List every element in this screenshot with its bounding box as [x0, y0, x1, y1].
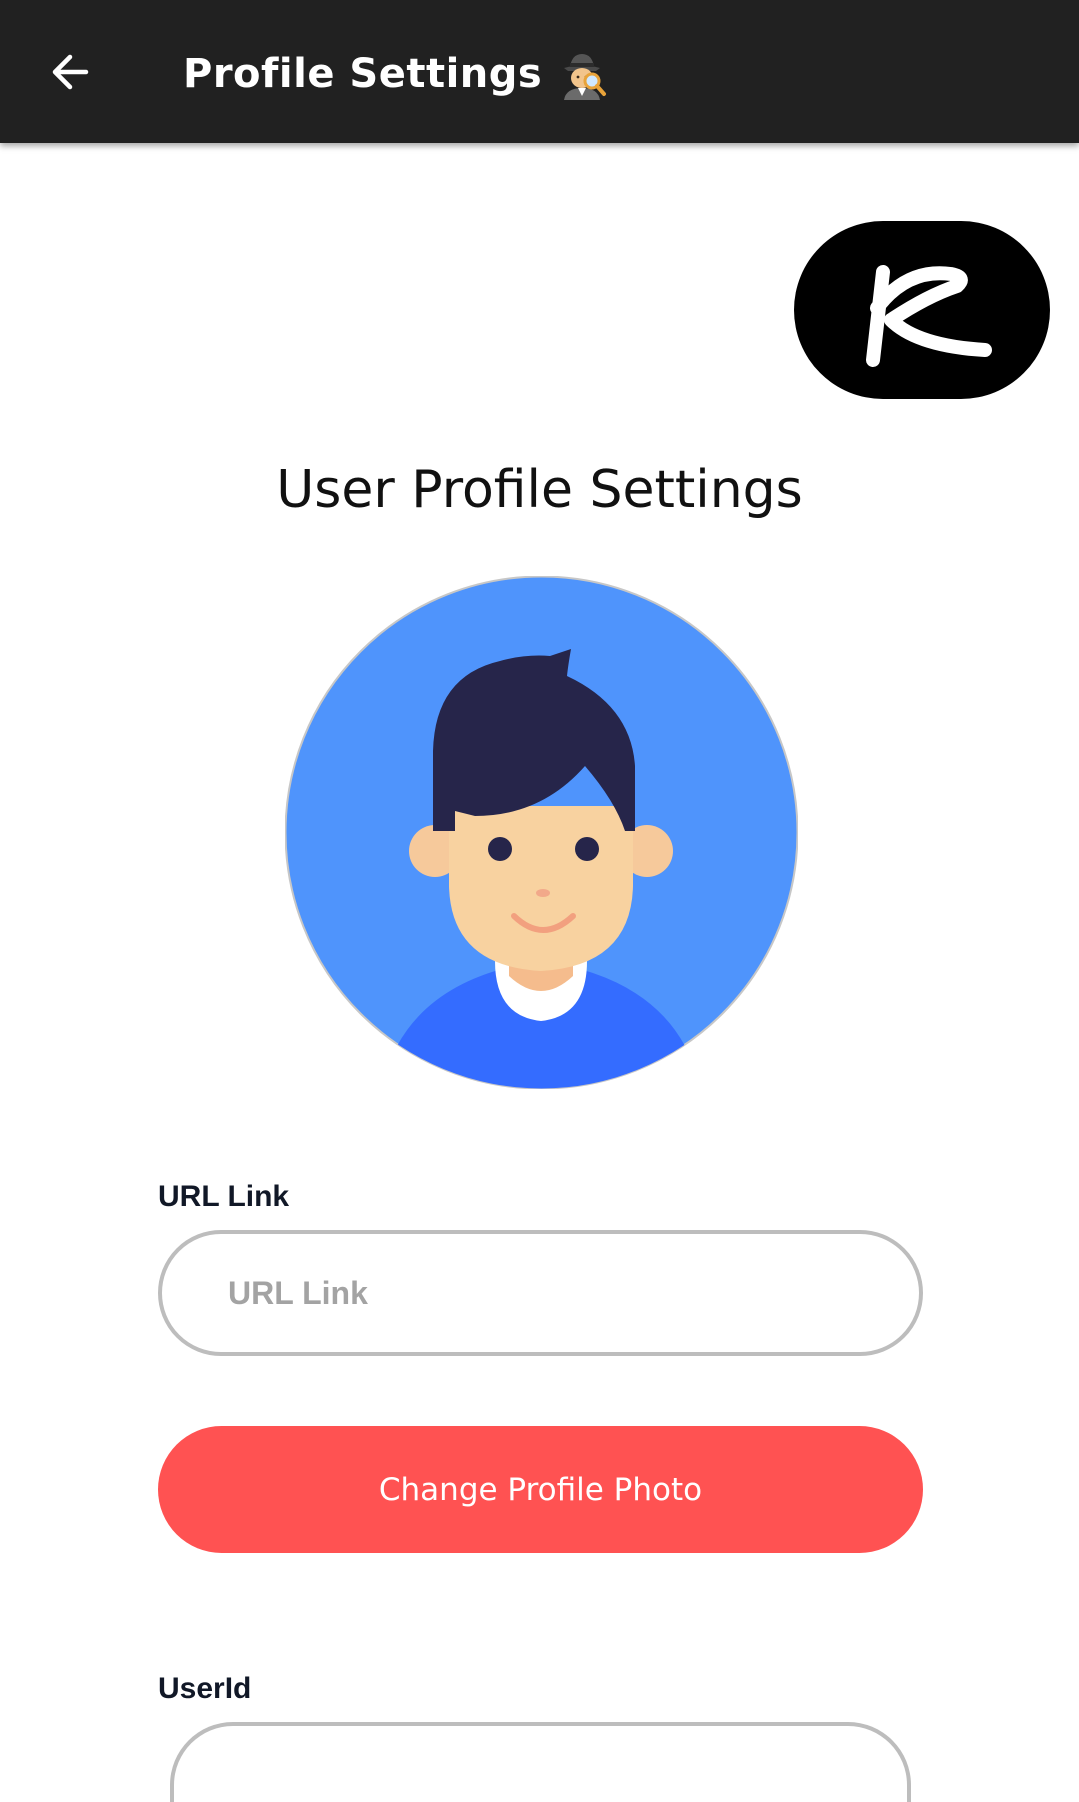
app-title-text: Profile Settings — [183, 51, 543, 97]
back-button[interactable] — [34, 36, 106, 108]
change-profile-photo-label: Change Profile Photo — [378, 1471, 703, 1508]
change-profile-photo-button[interactable]: Change Profile Photo — [158, 1426, 923, 1553]
page-heading: User Profile Settings — [276, 460, 803, 520]
userid-input[interactable] — [170, 1722, 911, 1802]
arrow-left-icon — [52, 54, 89, 90]
brand-logo — [794, 221, 1050, 399]
profile-avatar[interactable] — [284, 575, 799, 1090]
rc-logo-icon — [866, 265, 992, 367]
userid-label: UserId — [158, 1672, 252, 1705]
url-link-label: URL Link — [158, 1180, 290, 1213]
app-bar: Profile Settings — [0, 0, 1079, 143]
url-link-input[interactable] — [158, 1230, 923, 1356]
app-title: Profile Settings — [183, 46, 608, 102]
user-avatar-icon — [284, 575, 799, 1090]
detective-icon — [564, 54, 607, 100]
